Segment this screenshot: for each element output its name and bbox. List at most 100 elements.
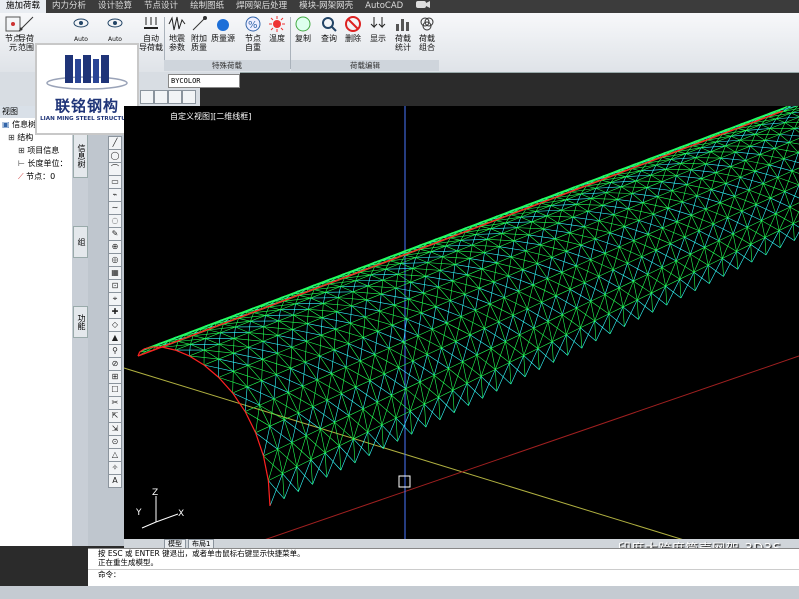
color-dropdown[interactable]: BYCOLOR [168,74,240,88]
draw-tool-button[interactable]: ☐ [108,383,122,397]
mesh-member [395,418,398,442]
auto-button-2[interactable]: Auto [102,15,128,44]
mesh-member [707,139,717,143]
node-weight-label: 节点 自重 [245,34,261,52]
auto-button-1[interactable]: Auto [68,15,94,44]
delete-button[interactable]: 删除 [340,15,366,43]
mesh-member [672,184,687,191]
mesh-member [298,295,311,299]
layer-tool-button[interactable] [182,90,196,104]
tab-analysis[interactable]: 内力分析 [46,0,92,13]
draw-tool-button[interactable]: ⌁ [108,188,122,202]
mesh-member [472,244,485,253]
video-icon[interactable] [409,0,437,13]
auto-guide-load-button[interactable]: 自动 导荷载 [138,15,164,52]
layer-tool-button[interactable] [140,90,154,104]
copy-button[interactable]: 复制 [290,15,316,43]
tab-autocad[interactable]: AutoCAD [359,0,409,13]
tree-item-length-unit[interactable]: ⊢ 长度单位： [0,157,72,170]
mesh-member [389,260,401,264]
mesh-member [282,442,293,474]
extra-mass-button[interactable]: 附加 质量 [186,15,212,52]
temperature-button[interactable]: 温度 [264,15,290,43]
draw-tool-button[interactable]: ◯ [108,149,122,163]
draw-tool-button[interactable]: ◇ [108,318,122,332]
draw-tool-button[interactable]: ✚ [108,305,122,319]
mesh-member [302,379,318,387]
draw-tool-button[interactable]: ⊘ [108,357,122,371]
side-tab-function[interactable]: 功能 [73,306,88,338]
load-stats-button[interactable]: 荷载 统计 [390,15,416,52]
mesh-member [586,185,596,189]
draw-tool-button[interactable]: ⇲ [108,422,122,436]
tree-item-project-info[interactable]: ⊞ 项目信息 [0,144,72,157]
side-tab-info-tree[interactable]: 信息树 [73,134,88,178]
draw-tool-button[interactable]: ◎ [108,253,122,267]
ucs-x-label: X [178,509,185,519]
load-combo-button[interactable]: 荷载 组合 [414,15,440,52]
draw-tool-button[interactable]: ◌ [108,214,122,228]
tab-load[interactable]: 施加荷载 [0,0,47,13]
mesh-member [466,383,469,406]
tab-design-check[interactable]: 设计验算 [92,0,138,13]
mesh-member [737,244,751,270]
display-button[interactable]: 显示 [365,15,391,43]
draw-tool-button[interactable]: ▦ [108,266,122,280]
mesh-member [621,186,633,194]
draw-tool-button[interactable]: ⊡ [108,279,122,293]
tab-node-design[interactable]: 节点设计 [138,0,184,13]
draw-tool-button[interactable]: ✂ [108,396,122,410]
tab-postprocess[interactable]: 焊网架后处理 [230,0,293,13]
mesh-member [533,328,539,349]
mesh-member [262,341,278,354]
mesh-member [462,334,471,362]
draw-tool-button[interactable]: ∼ [108,201,122,215]
draw-tool-button[interactable]: ✧ [108,461,122,475]
mesh-member [336,311,351,324]
mesh-member [535,211,547,217]
draw-tool-button[interactable]: ⚲ [108,344,122,358]
side-tab-group[interactable]: 组 [73,226,88,258]
command-prompt[interactable]: 命令： [88,569,799,579]
draw-tool-button[interactable]: ⌒ [108,162,122,176]
model-viewport[interactable] [124,106,799,540]
mesh-member [348,337,364,344]
mesh-member [367,279,384,287]
draw-tool-button[interactable]: ╱ [108,136,122,150]
ribbon-tab-bar: 施加荷载 内力分析 设计验算 节点设计 绘制图纸 焊网架后处理 模块-网架网壳 … [0,0,799,13]
mesh-member [480,376,483,399]
mesh-member [417,328,433,336]
mesh-member [353,438,356,463]
mass-source-button[interactable]: 质量源 [210,15,236,43]
mesh-member [793,223,799,228]
draw-tool-button[interactable]: ⇱ [108,409,122,423]
mesh-member [374,266,386,270]
draw-tool-button[interactable]: A [108,474,122,488]
draw-tool-button[interactable]: ▲ [108,331,122,345]
command-window[interactable]: 按 ESC 或 ENTER 键退出，或者单击鼠标右键显示快捷菜单。 正在重生成模… [88,548,799,587]
tab-drawing[interactable]: 绘制图纸 [184,0,230,13]
mesh-member [504,291,519,298]
draw-tool-button[interactable]: ⌖ [108,292,122,306]
mesh-member [469,328,485,336]
viewport-label[interactable]: 自定义视图][二维线框] [170,111,251,122]
draw-tool-button[interactable]: ⊞ [108,370,122,384]
layer-tool-button[interactable] [154,90,168,104]
mesh-member [606,192,618,200]
nodes-label: 节点：0 [26,172,56,181]
layer-tool-button[interactable] [168,90,182,104]
draw-tool-button[interactable]: ⊕ [108,240,122,254]
mesh-member [329,283,341,287]
tree-item-nodes[interactable]: ⟋ 节点：0 [0,170,72,183]
mesh-member [457,250,470,259]
node-weight-button[interactable]: % 节点 自重 [240,15,266,52]
mesh-member [453,383,468,413]
mesh-member [340,438,354,471]
draw-tool-button[interactable]: ▭ [108,175,122,189]
draw-tool-button[interactable]: ⊙ [108,435,122,449]
draw-tool-button[interactable]: ✎ [108,227,122,241]
query-button[interactable]: 查询 [316,15,342,43]
draw-tool-button[interactable]: △ [108,448,122,462]
mesh-member [291,329,293,348]
tab-module-grid[interactable]: 模块-网架网壳 [293,0,359,13]
